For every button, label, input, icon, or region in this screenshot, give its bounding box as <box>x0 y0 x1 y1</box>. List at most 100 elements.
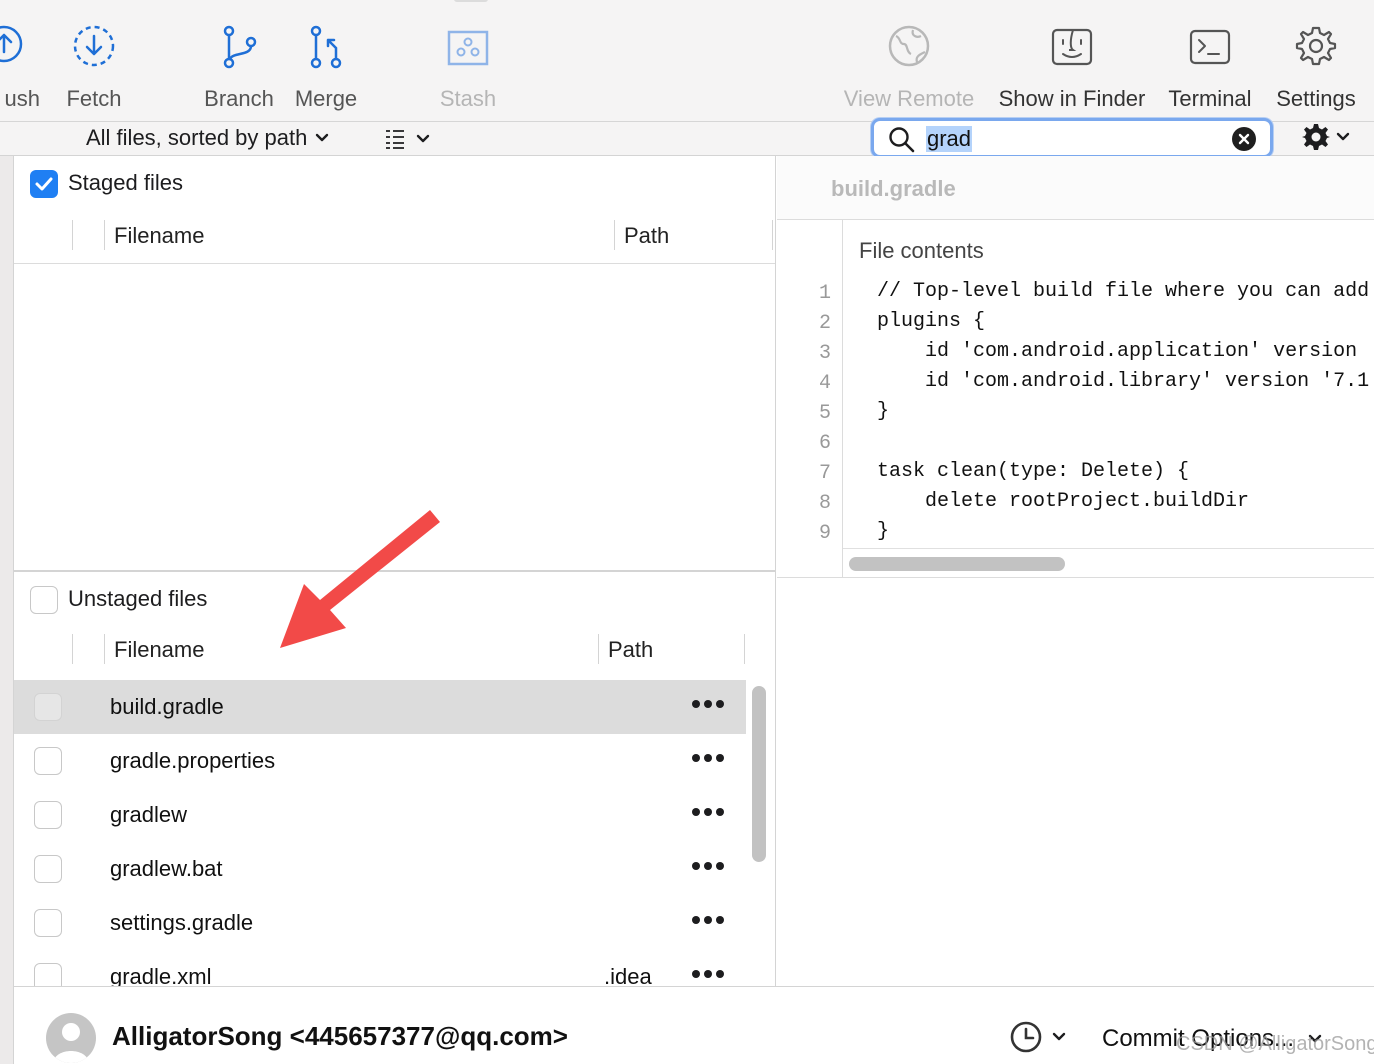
staged-select-all-checkbox[interactable] <box>30 170 58 198</box>
code-area: File contents // Top-level build file wh… <box>843 220 1374 548</box>
terminal-label: Terminal <box>1168 86 1252 111</box>
code-line: } <box>877 520 890 543</box>
column-divider <box>772 220 773 250</box>
chevron-down-icon <box>1336 132 1350 141</box>
file-name: build.gradle <box>110 694 224 719</box>
commit-author[interactable]: AlligatorSong <445657377@qq.com> <box>112 1021 568 1052</box>
file-search-box[interactable]: grad <box>871 118 1273 158</box>
fetch-icon <box>73 25 115 67</box>
file-preview-pane: build.gradle 1 2 3 4 5 6 7 8 9 File cont… <box>777 156 1374 986</box>
code-line: id 'com.android.library' version '7.1 <box>877 370 1370 393</box>
code-line: // Top-level build file where you can ad… <box>877 280 1370 303</box>
user-icon <box>53 1023 89 1063</box>
file-row-gradlew[interactable]: gradlew <box>14 788 746 842</box>
file-name: gradlew.bat <box>110 856 223 881</box>
clear-icon[interactable] <box>1232 127 1256 151</box>
file-row-gradlew-bat[interactable]: gradlew.bat <box>14 842 746 896</box>
file-row-settings-gradle[interactable]: settings.gradle <box>14 896 746 950</box>
column-divider <box>744 634 745 664</box>
show-in-finder-button[interactable]: Show in Finder <box>990 0 1154 120</box>
path-column-header[interactable]: Path <box>624 223 669 249</box>
code-line: plugins { <box>877 310 986 333</box>
branch-label: Branch <box>204 86 274 111</box>
preview-title-bar: build.gradle <box>777 156 1374 220</box>
path-column-header[interactable]: Path <box>608 637 653 663</box>
settings-button[interactable]: Settings <box>1268 0 1364 120</box>
column-divider <box>104 634 105 664</box>
unstaged-select-all-checkbox[interactable] <box>30 586 58 614</box>
staged-column-header: Filename Path <box>14 210 775 264</box>
file-row-gradle-properties[interactable]: gradle.properties <box>14 734 746 788</box>
annotation-arrow-icon <box>280 510 440 648</box>
file-row-gradle-xml[interactable]: gradle.xml .idea <box>14 950 746 986</box>
fetch-button[interactable]: Fetch <box>54 0 134 120</box>
checkmark-icon <box>35 177 53 191</box>
line-number: 3 <box>818 342 831 365</box>
search-input[interactable]: grad <box>926 126 973 152</box>
code-line: id 'com.android.application' version <box>877 340 1358 363</box>
code-horizontal-scrollbar[interactable] <box>849 557 1065 571</box>
file-name: gradlew <box>110 802 188 827</box>
show-in-finder-label: Show in Finder <box>998 86 1146 111</box>
line-number: 8 <box>818 492 831 515</box>
stash-button[interactable]: Stash <box>430 0 506 120</box>
column-divider <box>72 220 73 250</box>
filename-column-header[interactable]: Filename <box>114 637 204 663</box>
file-stage-checkbox[interactable] <box>34 801 62 829</box>
file-stage-checkbox[interactable] <box>34 693 62 721</box>
file-name: settings.gradle <box>110 910 254 935</box>
sidebar-edge <box>0 156 14 1064</box>
file-stage-checkbox[interactable] <box>34 963 62 986</box>
finder-icon <box>1051 28 1093 66</box>
unstaged-list-scrollbar[interactable] <box>752 686 766 862</box>
column-divider <box>72 634 73 664</box>
line-number-gutter: 1 2 3 4 5 6 7 8 9 <box>777 220 843 578</box>
line-number: 2 <box>818 312 831 335</box>
options-menu-button[interactable] <box>1302 122 1350 152</box>
more-actions-icon[interactable] <box>692 700 724 708</box>
line-number: 9 <box>818 522 831 545</box>
column-divider <box>614 220 615 250</box>
push-button[interactable]: ush <box>0 0 54 120</box>
terminal-button[interactable]: Terminal <box>1160 0 1260 120</box>
search-icon <box>889 127 915 153</box>
file-name: gradle.xml <box>110 964 212 986</box>
column-divider <box>104 220 105 250</box>
sort-order-dropdown[interactable]: All files, sorted by path <box>86 122 329 154</box>
file-path: .idea <box>604 964 652 986</box>
settings-label: Settings <box>1276 86 1356 111</box>
filename-column-header[interactable]: Filename <box>114 223 204 249</box>
file-stage-checkbox[interactable] <box>34 855 62 883</box>
more-actions-icon[interactable] <box>692 754 724 762</box>
file-stage-checkbox[interactable] <box>34 747 62 775</box>
merge-label: Merge <box>294 86 358 111</box>
view-remote-label: View Remote <box>843 86 975 111</box>
file-contents-label: File contents <box>859 238 984 263</box>
file-contents-viewer[interactable]: 1 2 3 4 5 6 7 8 9 File contents // Top-l… <box>777 220 1374 578</box>
more-actions-icon[interactable] <box>692 862 724 870</box>
branch-button[interactable]: Branch <box>198 0 280 120</box>
file-stage-checkbox[interactable] <box>34 909 62 937</box>
code-line: delete rootProject.buildDir <box>877 490 1250 513</box>
merge-button[interactable]: Merge <box>288 0 364 120</box>
view-mode-dropdown[interactable] <box>384 124 430 154</box>
push-icon <box>0 25 23 63</box>
watermark: CSDN @AlligatorSong <box>1176 1033 1374 1055</box>
code-horizontal-scrollbar-track <box>843 548 1374 578</box>
commit-history-button[interactable] <box>1010 1021 1066 1053</box>
more-actions-icon[interactable] <box>692 916 724 924</box>
unstaged-files-title: Unstaged files <box>68 586 208 611</box>
sort-order-label: All files, sorted by path <box>86 125 308 150</box>
list-view-icon <box>386 130 404 149</box>
terminal-icon <box>1189 29 1231 65</box>
chevron-down-icon <box>416 134 430 143</box>
file-row-build-gradle[interactable]: build.gradle <box>14 680 746 734</box>
more-actions-icon[interactable] <box>692 808 724 816</box>
code-line: } <box>877 400 890 423</box>
push-label: ush <box>4 86 40 111</box>
gear-icon <box>1295 26 1337 66</box>
column-divider <box>598 634 599 664</box>
view-remote-button[interactable]: View Remote <box>836 0 982 120</box>
preview-file-title: build.gradle <box>831 176 956 201</box>
more-actions-icon[interactable] <box>692 970 724 978</box>
